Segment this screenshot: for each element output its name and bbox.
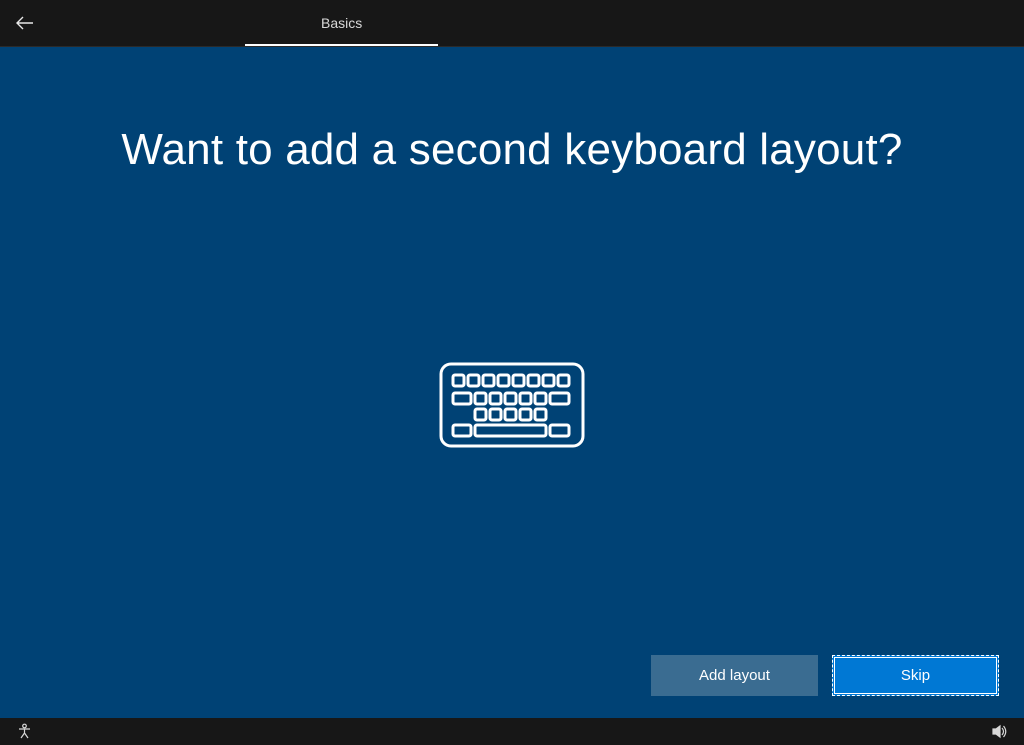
accessibility-button[interactable] xyxy=(16,723,33,740)
back-arrow-icon xyxy=(15,13,35,33)
skip-label: Skip xyxy=(901,667,930,684)
main-content: Want to add a second keyboard layout? xyxy=(0,47,1024,718)
keyboard-icon xyxy=(437,360,587,455)
volume-icon xyxy=(991,723,1008,740)
accessibility-icon xyxy=(16,723,33,740)
title-bar: Basics xyxy=(0,0,1024,47)
tab-strip: Basics xyxy=(245,0,438,46)
add-layout-button[interactable]: Add layout xyxy=(651,655,818,696)
skip-button[interactable]: Skip xyxy=(832,655,999,696)
tab-basics[interactable]: Basics xyxy=(245,0,438,46)
status-bar xyxy=(0,718,1024,745)
page-heading: Want to add a second keyboard layout? xyxy=(121,125,902,175)
action-buttons: Add layout Skip xyxy=(651,655,999,696)
back-button[interactable] xyxy=(10,8,40,38)
volume-button[interactable] xyxy=(991,723,1008,740)
add-layout-label: Add layout xyxy=(699,667,770,684)
tab-label: Basics xyxy=(321,15,362,31)
